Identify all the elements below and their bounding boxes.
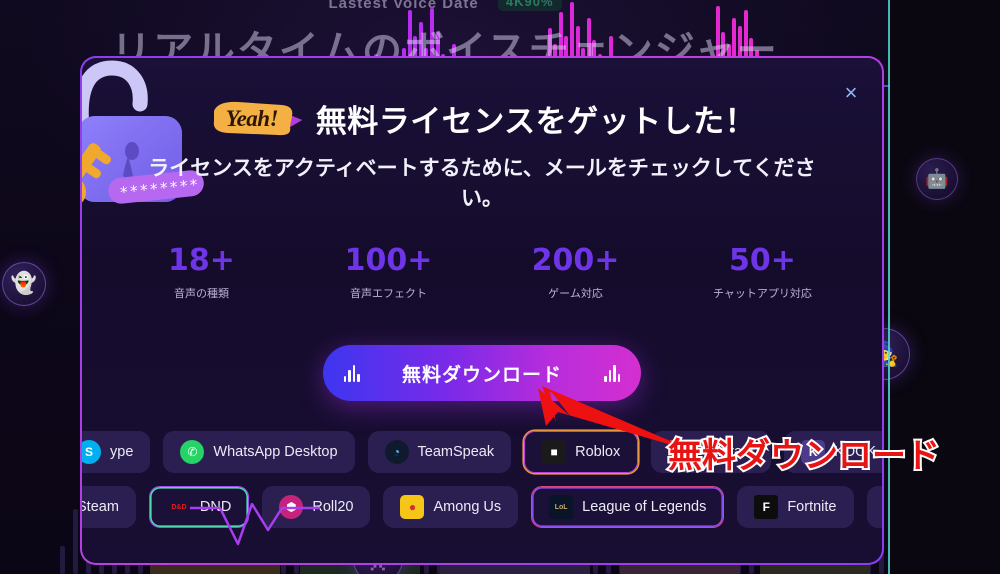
whatsapp-icon: ✆ xyxy=(180,440,205,464)
app-chip-ype[interactable]: Sype xyxy=(82,431,151,473)
stat-value: 18+ xyxy=(168,243,235,278)
stat-value: 100+ xyxy=(344,243,433,278)
app-chip-league-of-legends[interactable]: LoL League of Legends xyxy=(531,486,725,528)
app-chip-label: Fortnite xyxy=(787,499,837,515)
ghost-avatar[interactable]: 👻 xyxy=(2,262,46,306)
close-icon[interactable]: × xyxy=(838,80,864,106)
modal-subheadline: ライセンスをアクティベートするために、メールをチェックしてください。 xyxy=(148,157,816,211)
app-chip-ru[interactable]: RRu xyxy=(866,486,882,528)
dnd-icon: D&D xyxy=(171,503,187,511)
ghost-icon: 👻 xyxy=(10,272,38,295)
stat-item: 200+ ゲーム対応 xyxy=(491,243,661,301)
right-dark-gutter xyxy=(890,0,1000,574)
robot-icon: 🤖 xyxy=(925,169,949,190)
waveform-icon-left xyxy=(343,364,360,382)
modal-gradient-border: × ******** Yeah! 無料ライセンスをゲットした！ ライセンスをアク… xyxy=(80,56,884,565)
modal-bottom-notch xyxy=(190,502,320,546)
headline-row: Yeah! 無料ライセンスをゲットした！ xyxy=(82,96,882,141)
app-chip-label: WhatsApp Desktop xyxy=(213,444,338,460)
modal-headline: 無料ライセンスをゲットした！ xyxy=(315,104,757,139)
stat-value: 200+ xyxy=(531,243,620,278)
app-chip-label: ype xyxy=(110,444,134,460)
stat-label: ゲーム対応 xyxy=(548,288,603,300)
app-chip-fortnite[interactable]: F Fortnite xyxy=(737,486,854,528)
stat-value: 50+ xyxy=(729,243,796,278)
app-chip-steam[interactable]: Steam xyxy=(82,486,136,528)
stat-label: チャットアプリ対応 xyxy=(713,288,812,300)
fortnite-icon: F xyxy=(754,495,779,519)
stat-label: 音声の種類 xyxy=(174,288,229,300)
stats-row: 18+ 音声の種類 100+ 音声エフェクト 200+ ゲーム対応 50+ チャ… xyxy=(82,243,882,301)
yeah-badge: Yeah! xyxy=(208,99,302,139)
app-chip-teamspeak[interactable]: ◔ TeamSpeak xyxy=(367,431,512,473)
modal-dialog: × ******** Yeah! 無料ライセンスをゲットした！ ライセンスをアク… xyxy=(82,58,882,563)
teamspeak-icon: ◔ xyxy=(384,440,409,464)
stat-label: 音声エフェクト xyxy=(350,288,427,300)
app-chip-label: Among Us xyxy=(433,499,502,515)
skype-icon: S xyxy=(82,440,101,464)
app-chip-among-us[interactable]: ● Among Us xyxy=(383,486,519,528)
annotation-text: 無料ダウンロード xyxy=(666,435,942,477)
stat-item: 100+ 音声エフェクト xyxy=(304,243,474,301)
teal-edge-line xyxy=(888,0,890,574)
app-chip-label: League of Legends xyxy=(582,499,707,515)
amongus-icon: ● xyxy=(400,495,425,519)
lol-icon: LoL xyxy=(549,495,574,519)
yeah-badge-label: Yeah! xyxy=(225,105,279,131)
app-chip-whatsapp-desktop[interactable]: ✆ WhatsApp Desktop xyxy=(163,431,355,473)
robot-avatar[interactable]: 🤖 xyxy=(916,158,958,200)
app-chip-label: Steam xyxy=(82,499,119,515)
stat-item: 50+ チャットアプリ対応 xyxy=(678,243,848,301)
stat-item: 18+ 音声の種類 xyxy=(117,243,287,301)
app-chip-label: TeamSpeak xyxy=(417,444,495,460)
